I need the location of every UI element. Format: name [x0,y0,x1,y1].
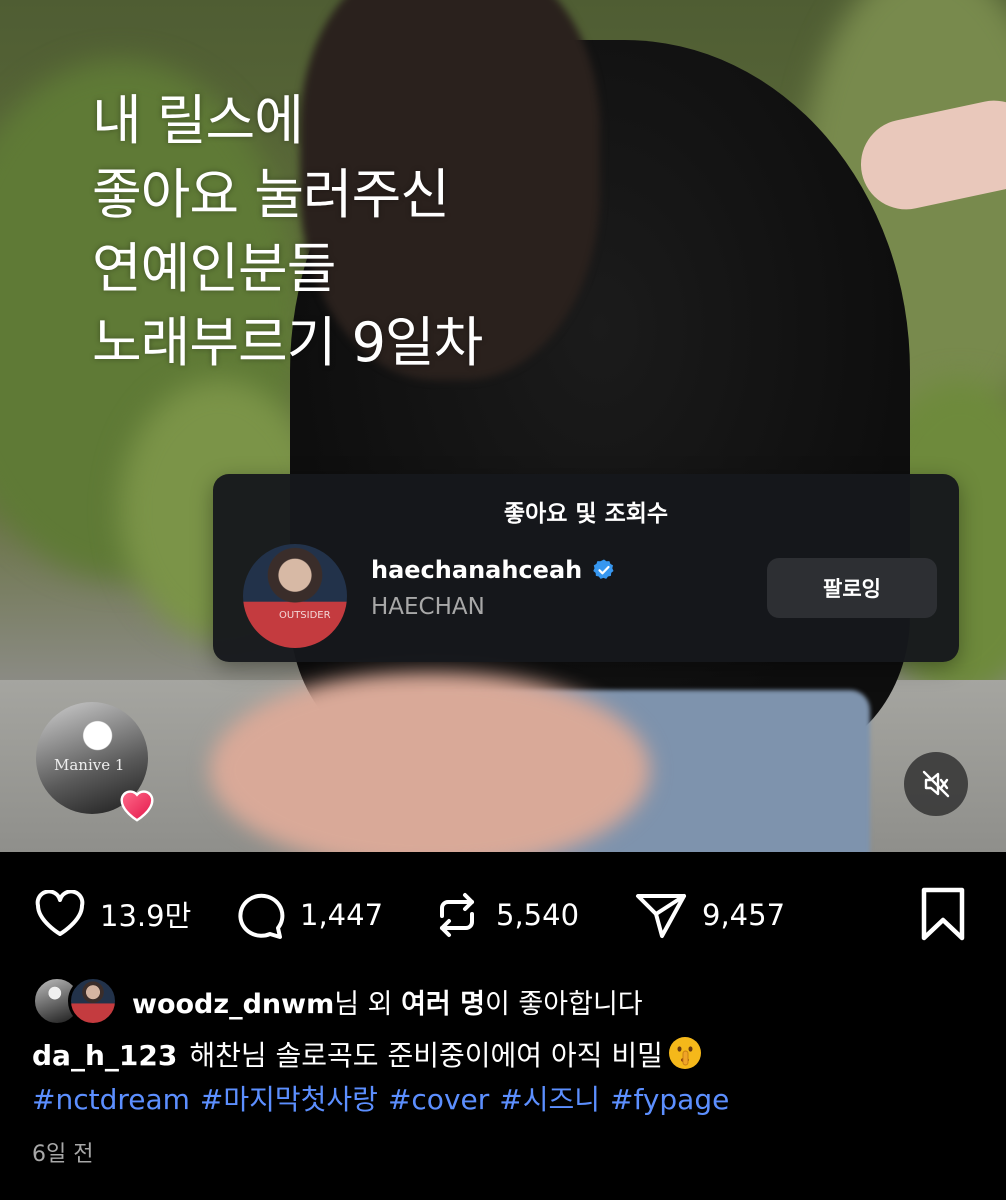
like-button[interactable]: 13.9만 [34,890,191,938]
hashtag-link[interactable]: #시즈니 [499,1083,600,1116]
save-button[interactable] [918,886,968,946]
liked-by-row[interactable]: woodz_dnwm님 외 여러 명이 좋아합니다 [32,976,643,1026]
liked-by-text: woodz_dnwm님 외 여러 명이 좋아합니다 [132,988,643,1020]
shushing-face-icon [668,1037,701,1069]
post-timestamp: 6일 전 [32,1142,94,1167]
speaker-muted-icon [922,770,950,798]
reel-overlay-caption: 내 릴스에 좋아요 눌러주신 연예인분들 노래부르기 9일차 [92,84,483,380]
send-icon [636,894,686,938]
avatar-shirt-text: OUTSIDER [279,610,331,621]
comments-count: 1,447 [300,898,384,932]
popup-username[interactable]: haechanahceah [371,556,582,584]
heart-outline-icon [35,890,85,936]
reel-video[interactable]: 내 릴스에 좋아요 눌러주신 연예인분들 노래부르기 9일차 좋아요 및 조회수… [0,0,1006,852]
bookmark-icon [921,887,965,941]
liker-avatar [68,976,118,1026]
comment-button[interactable]: 1,447 [234,890,383,940]
liker-username[interactable]: woodz_dnwm [132,989,334,1020]
overlay-line: 연예인분들 [92,237,336,300]
liked-by-others[interactable]: 여러 명 [401,989,485,1020]
hashtag-link[interactable]: #nctdream [32,1083,190,1116]
likes-count: 13.9만 [100,899,192,933]
verified-badge-icon [593,559,614,579]
hashtag-link[interactable]: #fypage [610,1083,729,1116]
actions-bar: 13.9만 1,447 5,540 9,457 [0,852,1006,972]
avatar[interactable]: OUTSIDER [243,544,347,648]
reposts-count: 5,540 [496,898,580,932]
caption-text: 해찬님 솔로곡도 준비중이에여 아직 비밀 [189,1039,663,1072]
hashtag-link[interactable]: #마지막첫사랑 [200,1083,378,1116]
audio-avatar-text: Manive 1 [54,756,125,774]
post-caption: da_h_123 해찬님 솔로곡도 준비중이에여 아직 비밀 [32,1034,703,1074]
popup-title: 좋아요 및 조회수 [503,501,669,527]
overlay-line: 내 릴스에 [92,89,304,152]
mute-button[interactable] [904,752,968,816]
hashtag-link[interactable]: #cover [388,1083,489,1116]
heart-icon [120,790,154,822]
comment-bubble-icon [238,893,285,939]
popup-full-name: HAECHAN [371,594,485,620]
following-button[interactable]: 팔로잉 [767,558,937,618]
repost-button[interactable]: 5,540 [432,890,579,940]
overlay-line: 노래부르기 9일차 [92,311,483,374]
repost-icon [440,893,474,937]
likes-views-popup: 좋아요 및 조회수 OUTSIDER haechanahceah HAECHAN… [213,474,959,662]
overlay-line: 좋아요 눌러주신 [92,163,450,226]
shares-count: 9,457 [702,898,786,932]
caption-username[interactable]: da_h_123 [32,1039,177,1072]
hashtags: #nctdream #마지막첫사랑 #cover #시즈니 #fypage [32,1078,739,1118]
share-button[interactable]: 9,457 [634,890,785,940]
